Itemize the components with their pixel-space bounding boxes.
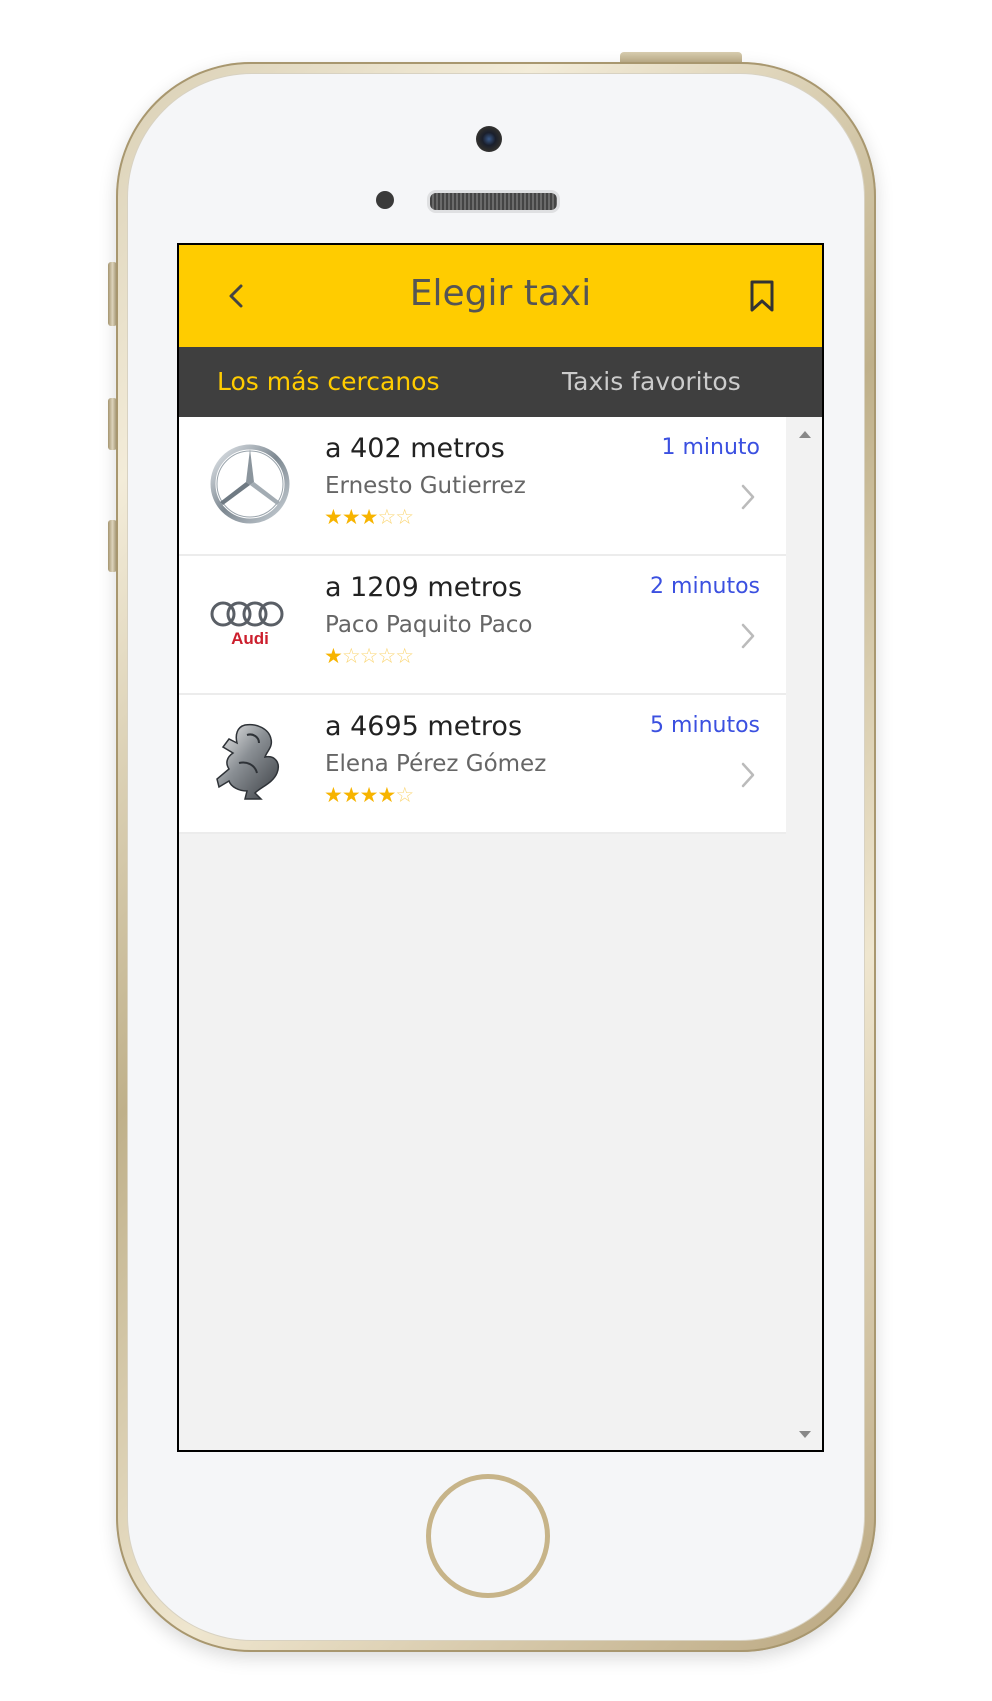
page-title: Elegir taxi — [409, 273, 592, 314]
audi-logo-text: Audi — [231, 629, 269, 648]
bookmark-icon[interactable] — [747, 279, 777, 313]
distance-text: a 1209 metros — [325, 572, 523, 603]
scrollbar[interactable] — [786, 417, 822, 1450]
distance-text: a 402 metros — [325, 433, 505, 464]
scroll-down-arrow-icon[interactable] — [799, 1431, 811, 1438]
home-button[interactable] — [426, 1474, 550, 1598]
chevron-right-icon — [741, 762, 755, 788]
tab-bar: Los más cercanos Taxis favoritos — [179, 347, 822, 417]
eta-text: 1 minuto — [661, 435, 760, 460]
distance-text: a 4695 metros — [325, 711, 523, 742]
scroll-up-arrow-icon[interactable] — [799, 431, 811, 438]
list-item[interactable]: Audi a 1209 metros Paco Paquito Paco ★☆☆… — [179, 556, 786, 695]
rating-stars: ★★★★☆ — [324, 783, 414, 807]
list-item[interactable]: a 402 metros Ernesto Gutierrez ★★★☆☆ 1 m… — [179, 417, 786, 556]
rating-stars: ★☆☆☆☆ — [324, 644, 414, 668]
rating-stars-empty: ☆☆ — [377, 505, 414, 529]
proximity-sensor — [376, 191, 394, 209]
driver-name: Ernesto Gutierrez — [325, 473, 526, 499]
eta-text: 5 minutos — [650, 713, 760, 738]
rating-stars-empty: ☆☆☆☆ — [341, 644, 414, 668]
earpiece-speaker — [427, 190, 560, 213]
front-camera — [476, 126, 502, 152]
rating-stars-filled: ★ — [324, 644, 343, 668]
taxi-list: a 402 metros Ernesto Gutierrez ★★★☆☆ 1 m… — [179, 417, 786, 834]
rating-stars-empty: ☆ — [395, 783, 414, 807]
app-screen: Elegir taxi Los más cercanos Taxis favor… — [177, 243, 824, 1452]
driver-name: Paco Paquito Paco — [325, 612, 533, 638]
chevron-right-icon — [741, 484, 755, 510]
tab-nearest[interactable]: Los más cercanos — [217, 347, 440, 417]
mercedes-logo-icon — [210, 444, 290, 524]
list-item[interactable]: a 4695 metros Elena Pérez Gómez ★★★★☆ 5 … — [179, 695, 786, 834]
rating-stars: ★★★☆☆ — [324, 505, 414, 529]
chevron-right-icon — [741, 623, 755, 649]
rating-stars-filled: ★★★★ — [324, 783, 396, 807]
driver-name: Elena Pérez Gómez — [325, 751, 547, 777]
eta-text: 2 minutos — [650, 574, 760, 599]
audi-logo-icon: Audi — [210, 601, 284, 648]
rating-stars-filled: ★★★ — [324, 505, 378, 529]
peugeot-logo-icon — [216, 723, 279, 800]
tab-favorites[interactable]: Taxis favoritos — [562, 347, 741, 417]
app-header: Elegir taxi — [179, 245, 822, 347]
